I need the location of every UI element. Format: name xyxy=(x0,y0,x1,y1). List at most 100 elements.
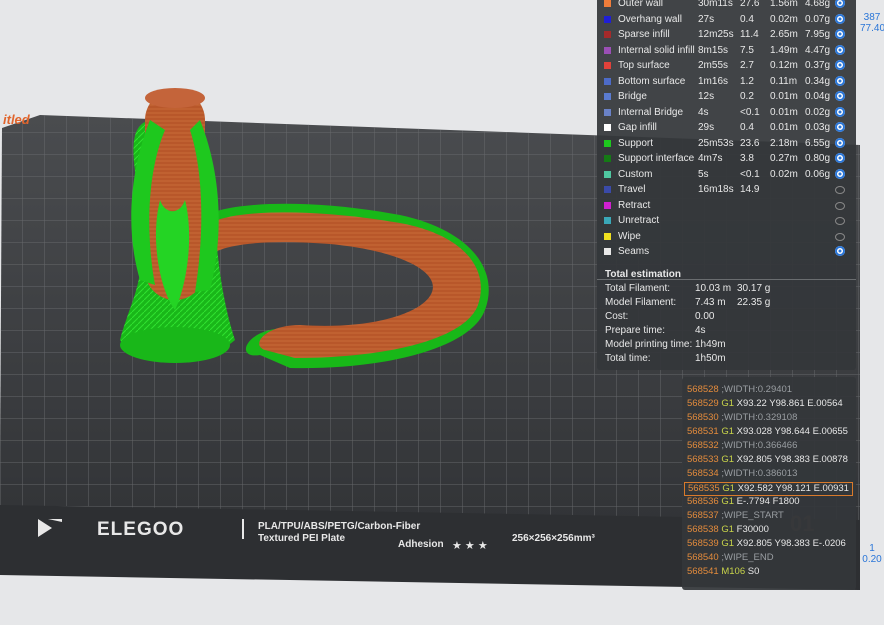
visibility-off-icon[interactable] xyxy=(835,217,845,225)
legend-row[interactable]: Bottom surface 1m16s 1.2 0.11m 0.34g xyxy=(597,74,856,89)
layer-top-readout[interactable]: 387 77.40 xyxy=(860,12,884,34)
legend-row[interactable]: Wipe xyxy=(597,229,856,244)
legend-row[interactable]: Retract xyxy=(597,198,856,213)
legend-percent: 0.2 xyxy=(740,91,754,102)
legend-feature-name: Bottom surface xyxy=(618,75,686,87)
gcode-line[interactable]: 568541 M106 S0 xyxy=(687,566,759,580)
legend-row[interactable]: Bridge 12s 0.2 0.01m 0.04g xyxy=(597,89,856,104)
gcode-line[interactable]: 568539 G1 X92.805 Y98.383 E-.0206 xyxy=(687,538,846,552)
legend-row[interactable]: Gap infill 29s 0.4 0.01m 0.03g xyxy=(597,120,856,135)
legend-feature-name: Retract xyxy=(618,199,651,211)
legend-percent: 7.5 xyxy=(740,44,754,56)
gcode-line[interactable]: 568537 ;WIPE_START xyxy=(687,510,784,524)
gcode-arguments: F30000 xyxy=(736,524,769,535)
legend-weight: 7.95g xyxy=(805,29,831,40)
legend-row[interactable]: Travel 16m18s 14.9 xyxy=(597,182,856,197)
gcode-line-number: 568528 xyxy=(687,384,719,395)
gcode-arguments: ;WIDTH:0.29401 xyxy=(721,384,793,395)
visibility-off-icon[interactable] xyxy=(835,232,845,241)
gcode-line[interactable]: 568540 ;WIPE_END xyxy=(687,552,774,566)
visibility-on-icon[interactable] xyxy=(835,246,845,256)
legend-row[interactable]: Custom 5s <0.1 0.02m 0.06g xyxy=(597,167,856,182)
gcode-arguments: ;WIPE_END xyxy=(721,552,774,563)
gcode-arguments: ;WIDTH:0.366466 xyxy=(721,440,798,451)
legend-time: 30m11s xyxy=(698,0,733,9)
legend-percent: 23.6 xyxy=(740,137,760,149)
estimation-label: Model printing time: xyxy=(605,339,693,350)
estimation-row: Model Filament: 7.43 m 22.35 g xyxy=(605,297,855,311)
gcode-line[interactable]: 568534 ;WIDTH:0.386013 xyxy=(687,468,797,482)
legend-row[interactable]: Sparse infill 12m25s 11.4 2.65m 7.95g xyxy=(597,27,856,42)
visibility-on-icon[interactable] xyxy=(835,44,845,55)
gcode-command: G1 xyxy=(721,538,735,549)
gcode-line[interactable]: 568536 G1 E-.7794 F1800 xyxy=(687,496,800,510)
legend-row[interactable]: Top surface 2m55s 2.7 0.12m 0.37g xyxy=(597,58,856,73)
estimation-value: 10.03 m xyxy=(695,283,732,294)
legend-weight: 6.55g xyxy=(805,137,831,149)
visibility-on-icon[interactable] xyxy=(835,137,845,148)
legend-percent: 3.8 xyxy=(740,153,754,164)
estimation-label: Model Filament: xyxy=(605,297,677,308)
visibility-on-icon[interactable] xyxy=(835,75,845,86)
legend-row[interactable]: Support 25m53s 23.6 2.18m 6.55g xyxy=(597,136,856,151)
estimation-value-secondary: 22.35 g xyxy=(737,297,771,308)
layer-top-height: 77.40 xyxy=(860,23,884,34)
legend-feature-name: Wipe xyxy=(618,230,641,242)
legend-weight: 0.04g xyxy=(805,91,831,102)
gcode-line[interactable]: 568529 G1 X93.22 Y98.861 E.00564 xyxy=(687,398,843,412)
visibility-on-icon[interactable] xyxy=(835,168,845,179)
estimation-value: 1h50m xyxy=(695,353,726,364)
plate-materials: PLA/TPU/ABS/PETG/Carbon-Fiber xyxy=(258,521,420,532)
visibility-on-icon[interactable] xyxy=(835,29,845,39)
plate-type: Textured PEI Plate xyxy=(258,533,346,544)
gcode-viewer[interactable]: 568528 ;WIDTH:0.29401 568529 G1 X93.22 Y9… xyxy=(682,377,856,590)
visibility-on-icon[interactable] xyxy=(835,91,845,101)
legend-row[interactable]: Seams xyxy=(597,244,856,259)
legend-row[interactable]: Internal solid infill 8m15s 7.5 1.49m 4.47g xyxy=(597,43,856,58)
estimation-label: Prepare time: xyxy=(605,325,666,336)
layer-slider-track[interactable] xyxy=(860,0,884,625)
legend-time: 16m18s xyxy=(698,184,734,195)
gcode-line[interactable]: 568530 ;WIDTH:0.329108 xyxy=(687,412,797,426)
legend-length: 0.01m xyxy=(770,91,798,102)
estimation-row: Cost: 0.00 xyxy=(605,311,855,325)
legend-row[interactable]: Unretract xyxy=(597,213,856,228)
gcode-line[interactable]: 568528 ;WIDTH:0.29401 xyxy=(687,384,792,398)
legend-percent: 2.7 xyxy=(740,60,754,71)
legend-percent: 14.9 xyxy=(740,184,760,195)
legend-row[interactable]: Overhang wall 27s 0.4 0.02m 0.07g xyxy=(597,12,856,27)
legend-time: 27s xyxy=(698,13,715,25)
legend-color-swatch xyxy=(604,155,611,162)
legend-weight: 4.47g xyxy=(805,44,831,56)
gcode-line[interactable]: 568532 ;WIDTH:0.366466 xyxy=(687,440,797,454)
gcode-line-number: 568530 xyxy=(687,412,719,423)
legend-row[interactable]: Support interface 4m7s 3.8 0.27m 0.80g xyxy=(597,151,856,166)
legend-time: 12s xyxy=(698,91,715,102)
legend-feature-name: Support interface xyxy=(618,153,695,164)
legend-weight: 0.02g xyxy=(805,106,831,118)
gcode-line-number: 568541 xyxy=(687,566,719,577)
estimation-row: Total Filament: 10.03 m 30.17 g xyxy=(605,283,855,297)
visibility-on-icon[interactable] xyxy=(835,106,845,117)
gcode-line-number: 568537 xyxy=(687,510,719,521)
visibility-off-icon[interactable] xyxy=(835,201,845,210)
legend-feature-name: Overhang wall xyxy=(618,13,682,25)
visibility-off-icon[interactable] xyxy=(835,186,845,194)
legend-percent: <0.1 xyxy=(740,106,760,118)
legend-row[interactable]: Outer wall 30m11s 27.6 1.56m 4.68g xyxy=(597,0,856,11)
gcode-line[interactable]: 568538 G1 F30000 xyxy=(687,524,769,538)
visibility-on-icon[interactable] xyxy=(835,13,845,24)
gcode-line[interactable]: 568531 G1 X93.028 Y98.644 E.00655 xyxy=(687,426,848,440)
visibility-on-icon[interactable] xyxy=(835,153,845,163)
visibility-on-icon[interactable] xyxy=(835,60,845,70)
gcode-line[interactable]: 568533 G1 X92.805 Y98.383 E.00878 xyxy=(687,454,848,468)
adhesion-stars: ★ ★ ★ xyxy=(452,540,488,552)
gcode-line-number: 568532 xyxy=(687,440,719,451)
legend-color-swatch xyxy=(604,170,611,178)
legend-feature-name: Sparse infill xyxy=(618,29,670,40)
gcode-line-selected[interactable]: 568535 G1 X92.582 Y98.121 E.00931 xyxy=(684,482,853,496)
legend-row[interactable]: Internal Bridge 4s <0.1 0.01m 0.02g xyxy=(597,105,856,120)
visibility-on-icon[interactable] xyxy=(835,122,845,132)
layer-bottom-readout[interactable]: 1 0.20 xyxy=(860,543,884,565)
visibility-on-icon[interactable] xyxy=(835,0,845,8)
